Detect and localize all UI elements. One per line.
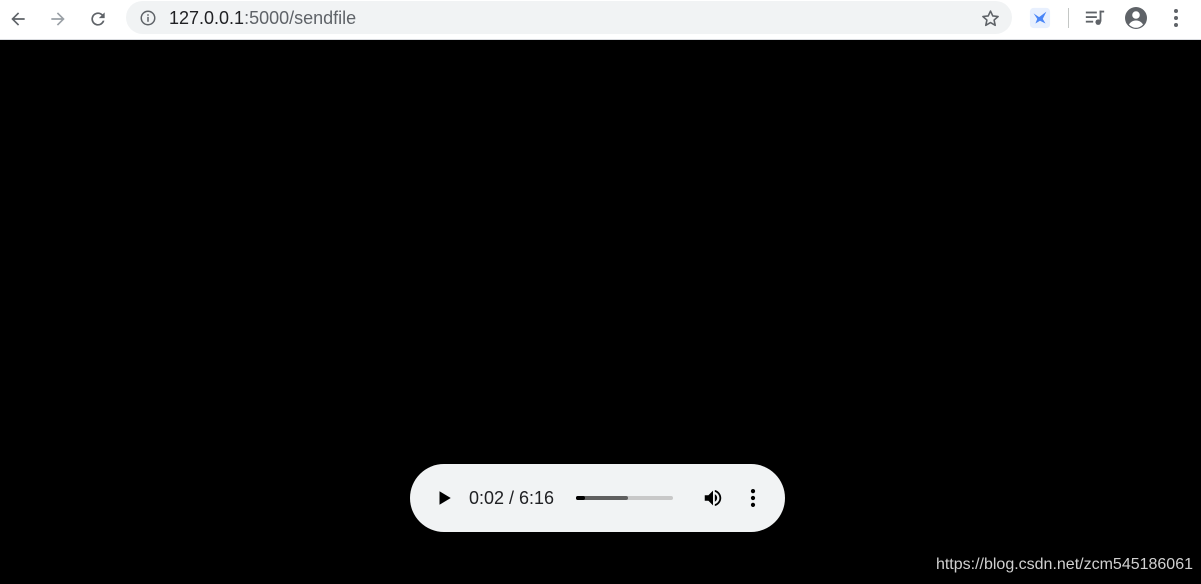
progress-played: [576, 496, 585, 500]
play-button[interactable]: [432, 486, 456, 510]
bookmark-button[interactable]: [978, 6, 1002, 30]
star-icon: [981, 9, 999, 26]
progress-slider[interactable]: [576, 496, 673, 500]
play-icon: [439, 491, 451, 505]
browser-toolbar: 127.0.0.1:5000/sendfile: [0, 0, 1201, 40]
url-text[interactable]: 127.0.0.1:5000/sendfile: [169, 7, 356, 29]
site-info-button[interactable]: [138, 8, 158, 28]
extension-bird-icon: [1029, 7, 1051, 29]
kebab-menu-icon: [1174, 9, 1178, 27]
address-bar[interactable]: 127.0.0.1:5000/sendfile: [126, 1, 1012, 34]
audio-player[interactable]: 0:02 / 6:16: [410, 464, 785, 532]
media-controls-button[interactable]: [1082, 5, 1108, 31]
time-display: 0:02 / 6:16: [469, 488, 555, 508]
toolbar-separator: [1068, 8, 1069, 28]
volume-button[interactable]: [700, 486, 726, 510]
arrow-left-icon: [11, 12, 25, 26]
volume-icon: [704, 489, 722, 507]
account-circle-icon: [1125, 7, 1147, 29]
extension-button[interactable]: [1027, 5, 1053, 31]
info-icon: [140, 10, 156, 26]
more-options-icon: [750, 489, 756, 507]
watermark-text: https://blog.csdn.net/zcm545186061: [935, 556, 1193, 573]
media-queue-icon: [1085, 10, 1105, 25]
reload-button[interactable]: [83, 4, 113, 34]
more-options-button[interactable]: [743, 486, 763, 510]
back-button[interactable]: [3, 4, 33, 34]
url-host: 127.0.0.1: [169, 8, 245, 28]
browser-menu-button[interactable]: [1163, 5, 1189, 31]
reload-icon: [91, 12, 105, 26]
forward-button[interactable]: [43, 4, 73, 34]
profile-button[interactable]: [1123, 5, 1149, 31]
url-path: :5000/sendfile: [244, 8, 357, 28]
arrow-right-icon: [51, 12, 65, 26]
